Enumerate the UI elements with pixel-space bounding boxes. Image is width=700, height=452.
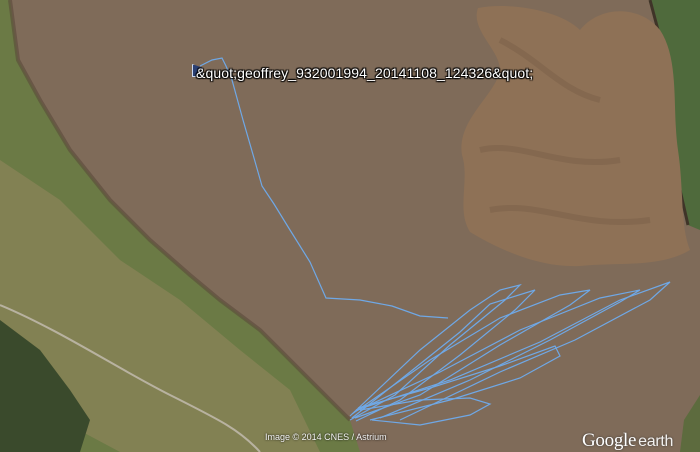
imagery-attribution: Image © 2014 CNES / Astrium [265, 432, 387, 442]
logo-sub-text: earth [638, 433, 674, 450]
satellite-map[interactable]: &quot;geoffrey_932001994_20141108_124326… [0, 0, 700, 452]
logo-main-text: Google [582, 430, 637, 451]
google-earth-logo: Google earth [582, 430, 673, 452]
track-name-label[interactable]: &quot;geoffrey_932001994_20141108_124326… [196, 65, 533, 81]
marsh-island [461, 6, 690, 267]
